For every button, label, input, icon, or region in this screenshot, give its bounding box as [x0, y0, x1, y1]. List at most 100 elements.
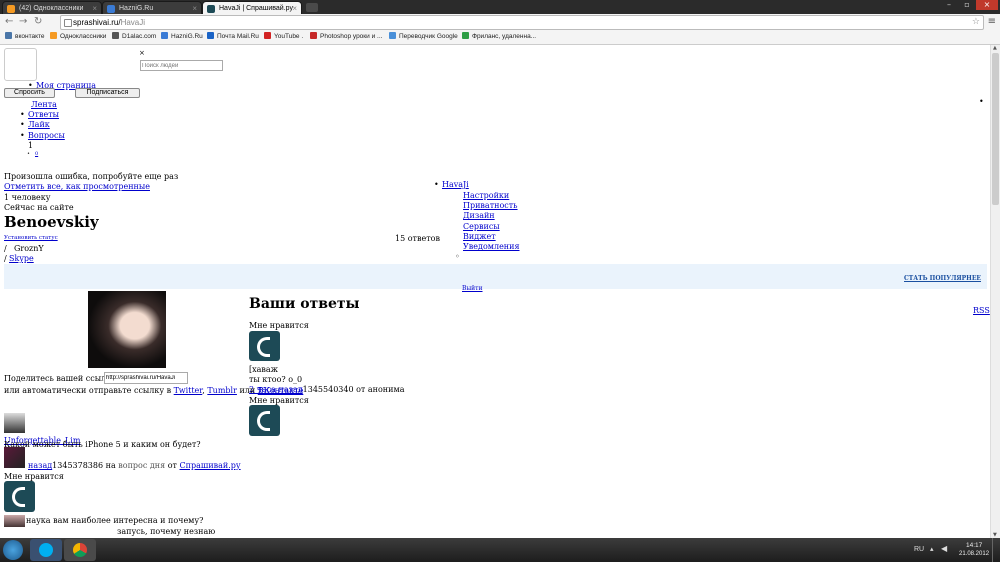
close-icon[interactable]: ×	[139, 49, 145, 57]
address-bar[interactable]: sprashivai.ru/HavaJi ☆	[60, 15, 984, 30]
browser-tab-sprashivai[interactable]: HavaJi | Спрашивай.ру ×	[202, 1, 302, 14]
scroll-thumb[interactable]	[992, 53, 999, 205]
scroll-up-icon[interactable]: ▲	[993, 45, 997, 51]
menu-settings-link[interactable]: Настройки	[463, 191, 509, 200]
tab-title: HavaJi | Спрашивай.ру	[219, 5, 293, 12]
start-button[interactable]	[3, 540, 23, 560]
page-icon	[112, 32, 119, 39]
like-label: Мне нравится	[249, 321, 309, 330]
maximize-window-icon[interactable]: ▫	[958, 0, 976, 10]
close-tab-icon[interactable]: ×	[192, 2, 197, 14]
volume-icon[interactable]: ◀	[941, 544, 947, 553]
like-label: Мне нравится	[249, 396, 309, 405]
page-icon	[64, 19, 72, 27]
feed-answer: запусь, почему незнаю	[117, 527, 216, 536]
vk-icon	[5, 32, 12, 39]
tab-title: (42) Одноклассники	[19, 5, 84, 12]
mark-all-read-link[interactable]: Отметить все, как просмотренные	[4, 182, 150, 191]
bullet-dot: •	[979, 97, 984, 106]
taskbar-chrome-button[interactable]	[64, 539, 96, 561]
bookmark-vkontakte[interactable]: вконтакте	[5, 31, 45, 43]
browser-tab-haznig[interactable]: HazniG.Ru ×	[102, 1, 202, 14]
user-avatar[interactable]	[4, 447, 25, 468]
clock-date[interactable]: 21.08.2012	[959, 551, 989, 557]
nav-count: 1	[28, 141, 34, 150]
browser-toolbar: ← → ↻ sprashivai.ru/HavaJi ☆ ≡	[0, 14, 1000, 32]
menu-widget-link[interactable]: Виджет	[463, 232, 496, 241]
profile-name: Benoevskiy	[4, 213, 99, 231]
share-url-field[interactable]	[104, 372, 188, 384]
nav-feed-link[interactable]: Лента	[31, 100, 57, 109]
bookmark-mailru[interactable]: Почта Mail.Ru	[207, 31, 259, 43]
bookmarks-bar: вконтакте Одноклассники D1alac.com Hazni…	[0, 31, 1000, 45]
tray-arrow-icon[interactable]: ▴	[930, 545, 934, 553]
menu-notifications-link[interactable]: Уведомления	[463, 242, 520, 251]
windows-taskbar: RU ▴ ◀ 14:17 21.08.2012	[0, 538, 1000, 562]
menu-bullet: ◦	[455, 252, 460, 261]
forward-icon[interactable]: →	[19, 16, 27, 27]
clock-time[interactable]: 14:17	[966, 542, 982, 549]
wrench-menu-icon[interactable]: ≡	[988, 16, 996, 27]
language-indicator[interactable]: RU	[914, 546, 924, 553]
vertical-scrollbar[interactable]: ▲ ▼	[990, 45, 1000, 538]
bookmark-google-translate[interactable]: Переводчик Google	[389, 31, 458, 43]
photoshop-icon	[310, 32, 317, 39]
sprashivai-logo-icon	[249, 331, 280, 361]
share-auto-text: или автоматически отправьте ссылку в	[4, 386, 172, 395]
bookmark-odnoklassniki[interactable]: Одноклассники	[50, 31, 106, 43]
become-popular-link[interactable]: СТАТЬ ПОПУЛЯРНЕЕ	[904, 275, 981, 282]
bookmark-d1alac[interactable]: D1alac.com	[112, 31, 156, 43]
feed-from-text: от	[167, 461, 177, 470]
menu-privacy-link[interactable]: Приватность	[463, 201, 518, 210]
feed-question: Какой может быть iPhone 5 и каким он буд…	[4, 440, 201, 449]
bookmark-haznig[interactable]: HazniG.Ru	[161, 31, 203, 43]
bookmark-youtube[interactable]: YouTube .	[264, 31, 303, 43]
bookmark-photoshop[interactable]: Photoshop уроки и ...	[310, 31, 382, 43]
share-vk-link[interactable]: ВКонтакте	[258, 386, 304, 395]
user-avatar[interactable]	[4, 413, 25, 433]
menu-services-link[interactable]: Сервисы	[463, 222, 500, 231]
user-avatar[interactable]	[4, 515, 25, 527]
answer-text: [хавaж	[249, 365, 279, 374]
search-people-input[interactable]	[140, 60, 223, 71]
user-menu-name[interactable]: HavaJi	[434, 180, 469, 189]
set-status-link[interactable]: Установить статус	[4, 235, 58, 241]
close-window-icon[interactable]: ×	[976, 0, 998, 10]
bookmark-label: Photoshop уроки и ...	[320, 33, 383, 40]
bookmark-label: YouTube .	[274, 33, 304, 40]
haznig-favicon-icon	[107, 5, 115, 13]
notifications-count-link[interactable]: 0	[27, 151, 39, 157]
reload-icon[interactable]: ↻	[34, 16, 42, 27]
error-message: Произошла ошибка, попробуйте еще раз	[4, 172, 179, 181]
menu-exit-link[interactable]: Выйти	[462, 285, 483, 292]
feed-site-link[interactable]: Спрашивай.ру	[180, 461, 241, 470]
rss-link[interactable]: RSS	[973, 306, 990, 315]
answers-count: 15 ответов	[395, 234, 440, 243]
url-host: sprashivai.ru/	[73, 18, 121, 27]
close-tab-icon[interactable]: ×	[292, 2, 297, 14]
subscribe-button[interactable]: Подписаться	[75, 88, 140, 98]
browser-tab-odnoklassniki[interactable]: (42) Одноклассники ×	[2, 1, 102, 14]
share-twitter-link[interactable]: Twitter	[174, 386, 203, 395]
close-tab-icon[interactable]: ×	[92, 2, 97, 14]
share-tumblr-link[interactable]: Tumblr	[207, 386, 237, 395]
back-icon[interactable]: ←	[5, 16, 13, 27]
nav-questions-link[interactable]: Вопросы	[20, 131, 65, 140]
skype-link[interactable]: Skype	[9, 254, 34, 263]
minimize-window-icon[interactable]: –	[940, 0, 958, 10]
ask-button[interactable]: Спросить	[4, 88, 55, 98]
bookmark-freelance[interactable]: Фриланс, удаленна...	[462, 31, 536, 43]
answer-meta-text: 1345540340 от анонима	[302, 385, 405, 394]
show-desktop-button[interactable]	[992, 538, 1000, 562]
taskbar-skype-button[interactable]	[30, 539, 62, 561]
new-tab-button[interactable]	[306, 3, 318, 12]
menu-design-link[interactable]: Дизайн	[463, 211, 495, 220]
sprashivai-logo-icon	[4, 481, 35, 512]
sprashivai-favicon-icon	[207, 5, 215, 13]
nav-likes-link[interactable]: Лайк	[20, 120, 50, 129]
nav-answers-link[interactable]: Ответы	[20, 110, 59, 119]
feed-time-link[interactable]: назад	[28, 461, 52, 470]
translate-icon	[389, 32, 396, 39]
logo-placeholder[interactable]	[4, 48, 37, 81]
bookmark-star-icon[interactable]: ☆	[972, 16, 980, 29]
